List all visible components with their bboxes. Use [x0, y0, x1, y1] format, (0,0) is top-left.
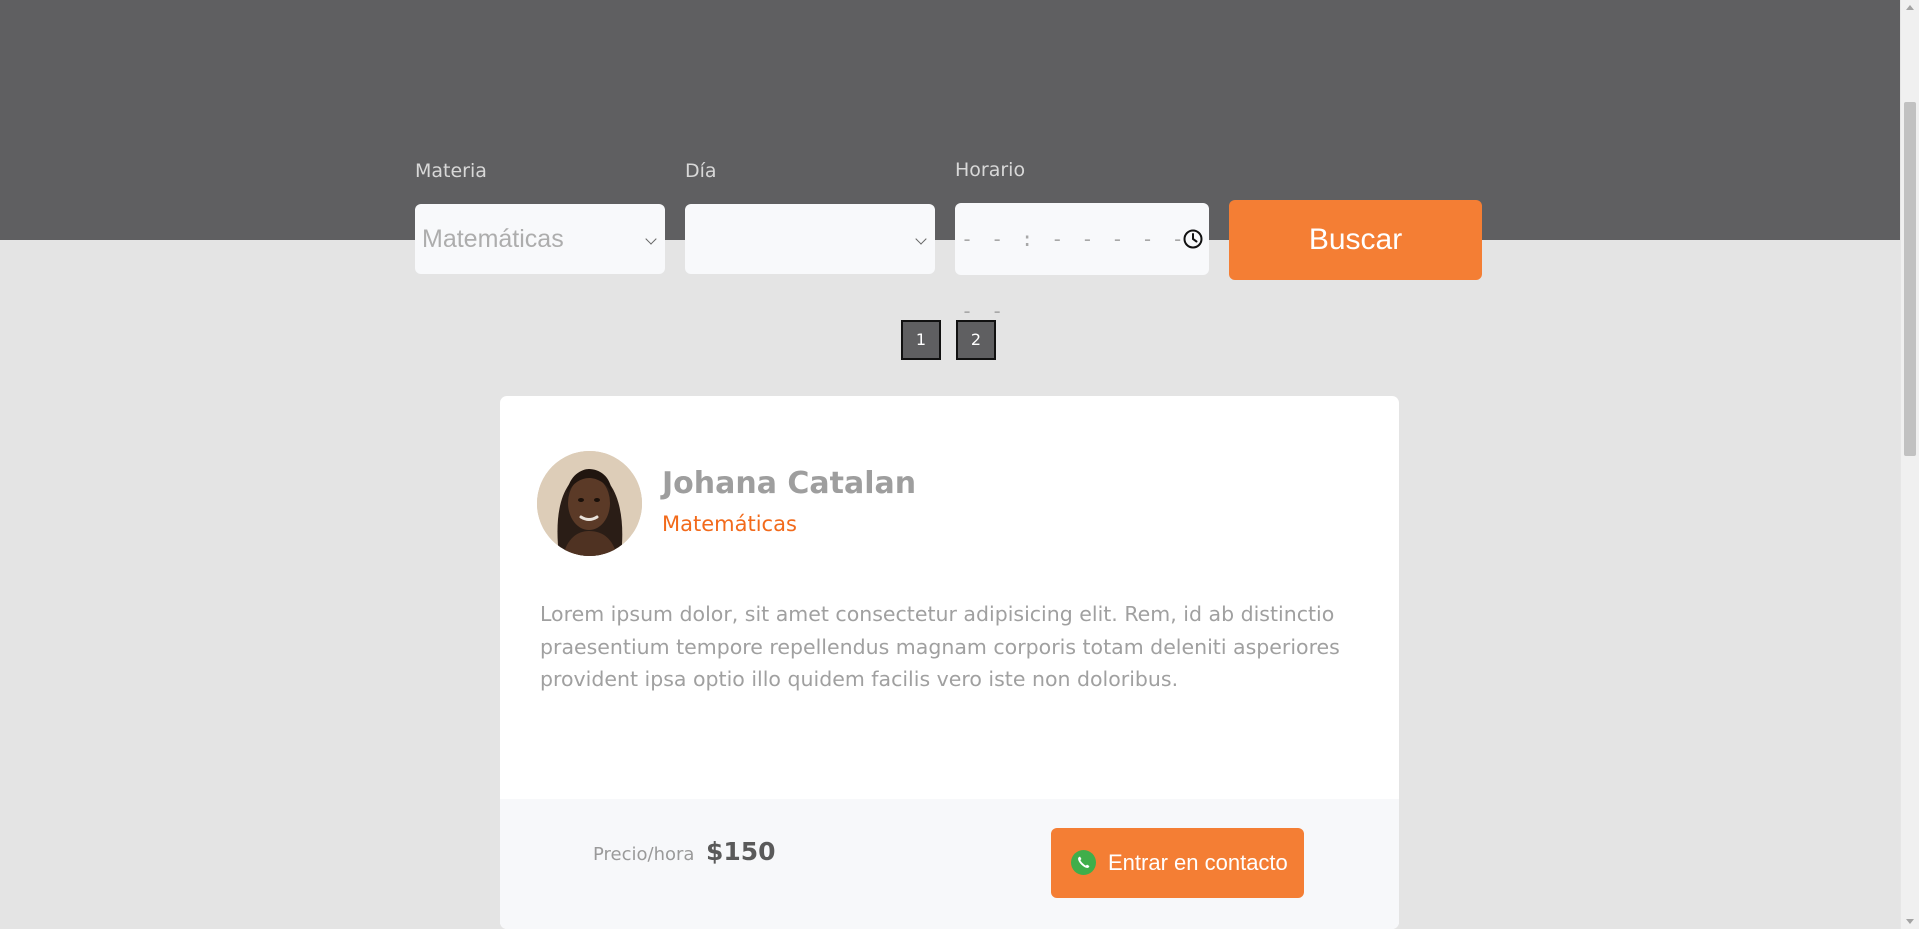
contact-button-label: Entrar en contacto — [1108, 850, 1288, 875]
horario-time-input[interactable]: - - : - - - - - - - — [955, 203, 1209, 323]
tutor-subject: Matemáticas — [662, 512, 797, 536]
phone-icon — [1071, 850, 1096, 875]
price-label: Precio/hora — [593, 844, 695, 865]
tutor-description: Lorem ipsum dolor, sit amet consectetur … — [540, 602, 1340, 691]
page-scrollbar[interactable] — [1900, 0, 1919, 929]
price-value: $150 — [706, 837, 776, 866]
materia-label: Materia — [415, 160, 487, 182]
contact-button[interactable]: Entrar en contacto — [1051, 828, 1304, 898]
horario-label: Horario — [955, 159, 1026, 181]
header-band — [0, 0, 1900, 240]
scrollbar-thumb[interactable] — [1904, 102, 1916, 456]
horario-time-value: - - : - - - - - - - — [961, 227, 1187, 323]
tutor-name: Johana Catalan — [662, 466, 917, 501]
materia-select-value: Matemáticas — [422, 225, 564, 253]
scroll-down-arrow-icon[interactable] — [1906, 919, 1914, 924]
scroll-up-arrow-icon[interactable] — [1906, 5, 1914, 10]
clock-icon[interactable] — [1183, 229, 1203, 249]
materia-select[interactable]: Matemáticas — [415, 204, 665, 274]
chevron-down-icon — [645, 233, 657, 245]
tutor-card: Johana Catalan Matemáticas Lorem ipsum d… — [500, 396, 1399, 929]
chevron-down-icon — [915, 233, 927, 245]
dia-select[interactable] — [685, 204, 935, 274]
page-button-2[interactable]: 2 — [956, 320, 996, 360]
dia-label: Día — [685, 160, 717, 182]
page-button-1[interactable]: 1 — [901, 320, 941, 360]
buscar-button[interactable]: Buscar — [1229, 200, 1482, 280]
avatar — [537, 451, 642, 556]
